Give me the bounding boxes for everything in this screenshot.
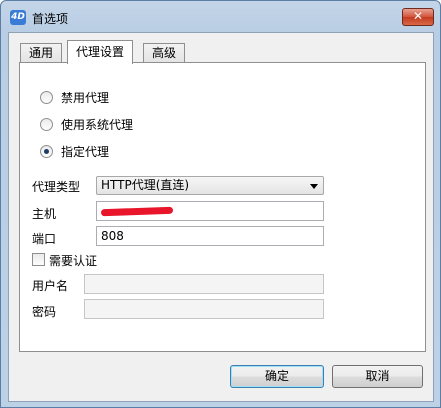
title-bar: 4D 首选项 ✕: [1, 1, 440, 33]
tab-general[interactable]: 通用: [20, 43, 63, 63]
radio-label: 使用系统代理: [61, 117, 134, 132]
radio-label: 禁用代理: [61, 90, 110, 105]
proxy-type-value: HTTP代理(直连): [101, 178, 190, 192]
radio-button[interactable]: [40, 90, 53, 104]
host-input[interactable]: [96, 201, 324, 221]
radio-button[interactable]: [40, 117, 53, 131]
host-label: 主机: [32, 207, 57, 221]
window-title: 首选项: [32, 12, 69, 26]
port-input[interactable]: 808: [96, 226, 324, 246]
username-input[interactable]: [84, 274, 324, 294]
radio-disable-proxy[interactable]: 禁用代理: [40, 88, 109, 106]
close-button[interactable]: ✕: [402, 8, 434, 26]
password-label: 密码: [32, 305, 57, 319]
proxy-type-select[interactable]: HTTP代理(直连): [96, 176, 324, 195]
username-label: 用户名: [32, 279, 69, 293]
port-label: 端口: [32, 232, 57, 246]
radio-custom-proxy[interactable]: 指定代理: [40, 142, 109, 160]
proxy-settings-panel: 禁用代理 使用系统代理 指定代理 代理类型 HTTP代理(直连) 主机 端口 8…: [19, 62, 426, 352]
radio-label: 指定代理: [61, 144, 110, 159]
dialog-body: 通用 代理设置 高级 禁用代理 使用系统代理 指定代理 代理类型 HTTP代理(…: [8, 32, 434, 402]
radio-system-proxy[interactable]: 使用系统代理: [40, 115, 133, 133]
require-auth-checkbox[interactable]: [32, 253, 45, 266]
app-logo-icon: 4D: [10, 10, 26, 25]
preferences-window: 4D 首选项 ✕ 通用 代理设置 高级 禁用代理 使用系统代理 指定代理 代理类…: [0, 0, 441, 408]
radio-button-checked[interactable]: [40, 144, 53, 158]
dropdown-arrow-icon[interactable]: [310, 184, 318, 189]
tab-proxy-settings[interactable]: 代理设置: [67, 40, 134, 64]
proxy-type-label: 代理类型: [32, 180, 81, 194]
cancel-button[interactable]: 取消: [332, 365, 423, 388]
tab-advanced[interactable]: 高级: [143, 43, 186, 63]
require-auth-label: 需要认证: [49, 254, 98, 268]
password-input[interactable]: [84, 299, 324, 319]
redaction-mark: [100, 206, 174, 217]
ok-button[interactable]: 确定: [230, 365, 324, 388]
